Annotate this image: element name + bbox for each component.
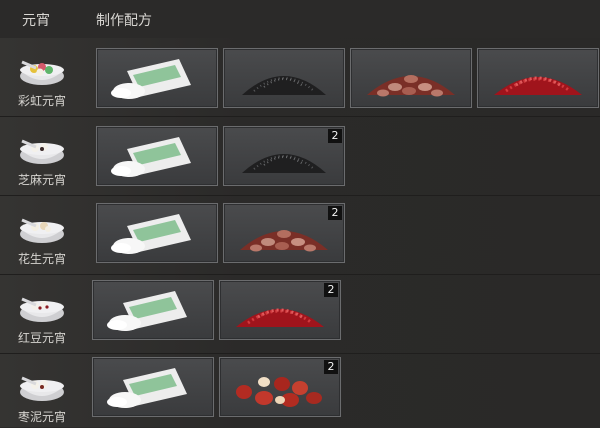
- glutinous-rice-flour-bag-icon: [111, 59, 191, 99]
- recipe-table: 元宵 制作配方 彩虹元宵 芝麻元宵 2 花生元宵 2 红豆元宵 2 枣泥元宵 2: [0, 0, 600, 427]
- ingredient-slot[interactable]: [96, 126, 218, 186]
- peanut-yuanxiao-bowl-icon: [20, 218, 64, 243]
- yuanxiao-dish[interactable]: 花生元宵: [8, 200, 76, 270]
- red-bean-icon: [236, 308, 324, 327]
- yuanxiao-dish[interactable]: 红豆元宵: [8, 279, 76, 349]
- ingredient-slot[interactable]: [92, 357, 214, 417]
- recipe-row-jujube: 枣泥元宵 2: [0, 354, 600, 427]
- quantity-badge: 2: [324, 360, 338, 374]
- black-sesame-icon: [242, 154, 326, 173]
- red-date-icon: [236, 377, 322, 407]
- red-bean-yuanxiao-bowl-icon: [20, 297, 64, 322]
- quantity-badge: 2: [328, 206, 342, 220]
- table-header: 元宵 制作配方: [0, 0, 600, 39]
- quantity-badge: 2: [324, 283, 338, 297]
- recipe-row-sesame: 芝麻元宵 2: [0, 117, 600, 196]
- glutinous-rice-flour-bag-icon: [111, 137, 191, 177]
- yuanxiao-name: 彩虹元宵: [17, 94, 66, 108]
- yuanxiao-name: 枣泥元宵: [17, 410, 66, 424]
- ingredient-slot[interactable]: 2: [223, 126, 345, 186]
- ingredient-slot[interactable]: 2: [223, 203, 345, 263]
- glutinous-rice-flour-bag-icon: [107, 291, 187, 331]
- jujube-yuanxiao-bowl-icon: [20, 376, 64, 401]
- yuanxiao-name: 芝麻元宵: [17, 173, 66, 187]
- peanut-icon: [240, 230, 328, 252]
- rainbow-yuanxiao-bowl-icon: [20, 60, 64, 85]
- yuanxiao-name: 红豆元宵: [17, 331, 66, 345]
- ingredient-slot[interactable]: [96, 203, 218, 263]
- ingredient-slot[interactable]: [96, 48, 218, 108]
- ingredient-slot[interactable]: 2: [219, 357, 341, 417]
- yuanxiao-dish[interactable]: 枣泥元宵: [8, 358, 76, 428]
- column-header-yuanxiao: 元宵: [22, 13, 50, 29]
- glutinous-rice-flour-bag-icon: [107, 368, 187, 408]
- recipe-row-peanut: 花生元宵 2: [0, 196, 600, 275]
- peanut-icon: [367, 75, 455, 97]
- yuanxiao-dish[interactable]: 芝麻元宵: [8, 121, 76, 191]
- ingredient-slot[interactable]: [477, 48, 599, 108]
- column-header-recipe: 制作配方: [96, 13, 152, 29]
- quantity-badge: 2: [328, 129, 342, 143]
- yuanxiao-dish[interactable]: 彩虹元宵: [8, 42, 76, 112]
- black-sesame-icon: [242, 76, 326, 95]
- glutinous-rice-flour-bag-icon: [111, 214, 191, 254]
- recipe-row-rainbow: 彩虹元宵: [0, 38, 600, 117]
- recipe-row-red-bean: 红豆元宵 2: [0, 275, 600, 354]
- sesame-yuanxiao-bowl-icon: [20, 139, 64, 164]
- ingredient-slot[interactable]: [223, 48, 345, 108]
- ingredient-slot[interactable]: [92, 280, 214, 340]
- ingredient-slot[interactable]: 2: [219, 280, 341, 340]
- ingredient-slot[interactable]: [350, 48, 472, 108]
- red-bean-icon: [494, 76, 582, 95]
- yuanxiao-name: 花生元宵: [17, 252, 66, 266]
